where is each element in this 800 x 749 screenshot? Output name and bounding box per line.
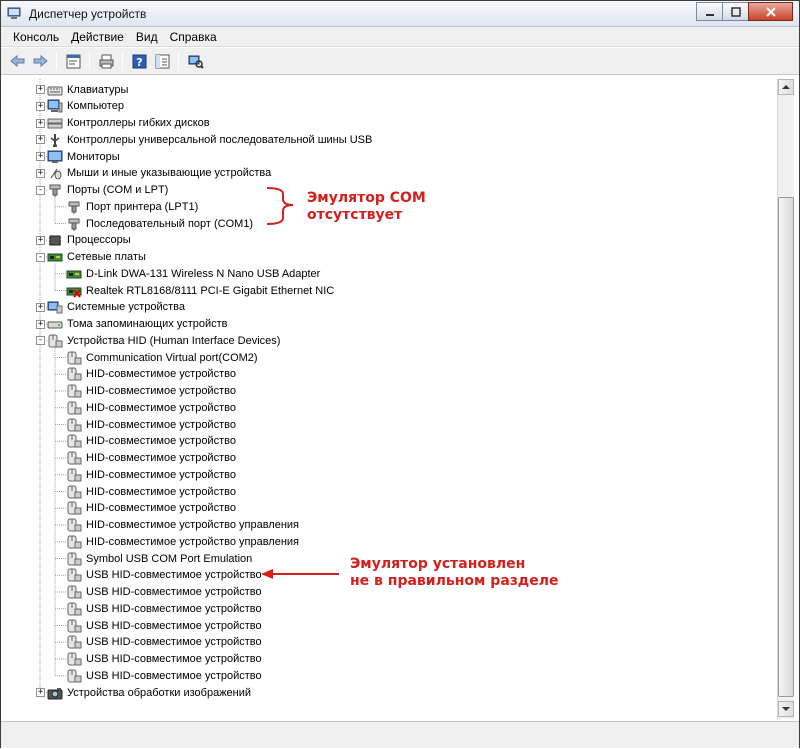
annotation-marks: [261, 187, 339, 579]
annotation-wrong-section: Эмулятор установлен не в правильном разд…: [350, 556, 558, 590]
annotation-bracket: [266, 187, 294, 225]
device-manager-window: Диспетчер устройств Консоль Действие Вид…: [0, 0, 800, 748]
annotation-com-missing: Эмулятор COM отсутствует: [307, 190, 426, 224]
annotation-line: не в правильном разделе: [350, 573, 559, 589]
annotation-arrowhead: [261, 569, 273, 579]
annotation-line: Эмулятор COM: [307, 190, 426, 206]
annotation-line: Эмулятор установлен: [350, 556, 526, 572]
annotation-line: отсутствует: [307, 207, 403, 223]
